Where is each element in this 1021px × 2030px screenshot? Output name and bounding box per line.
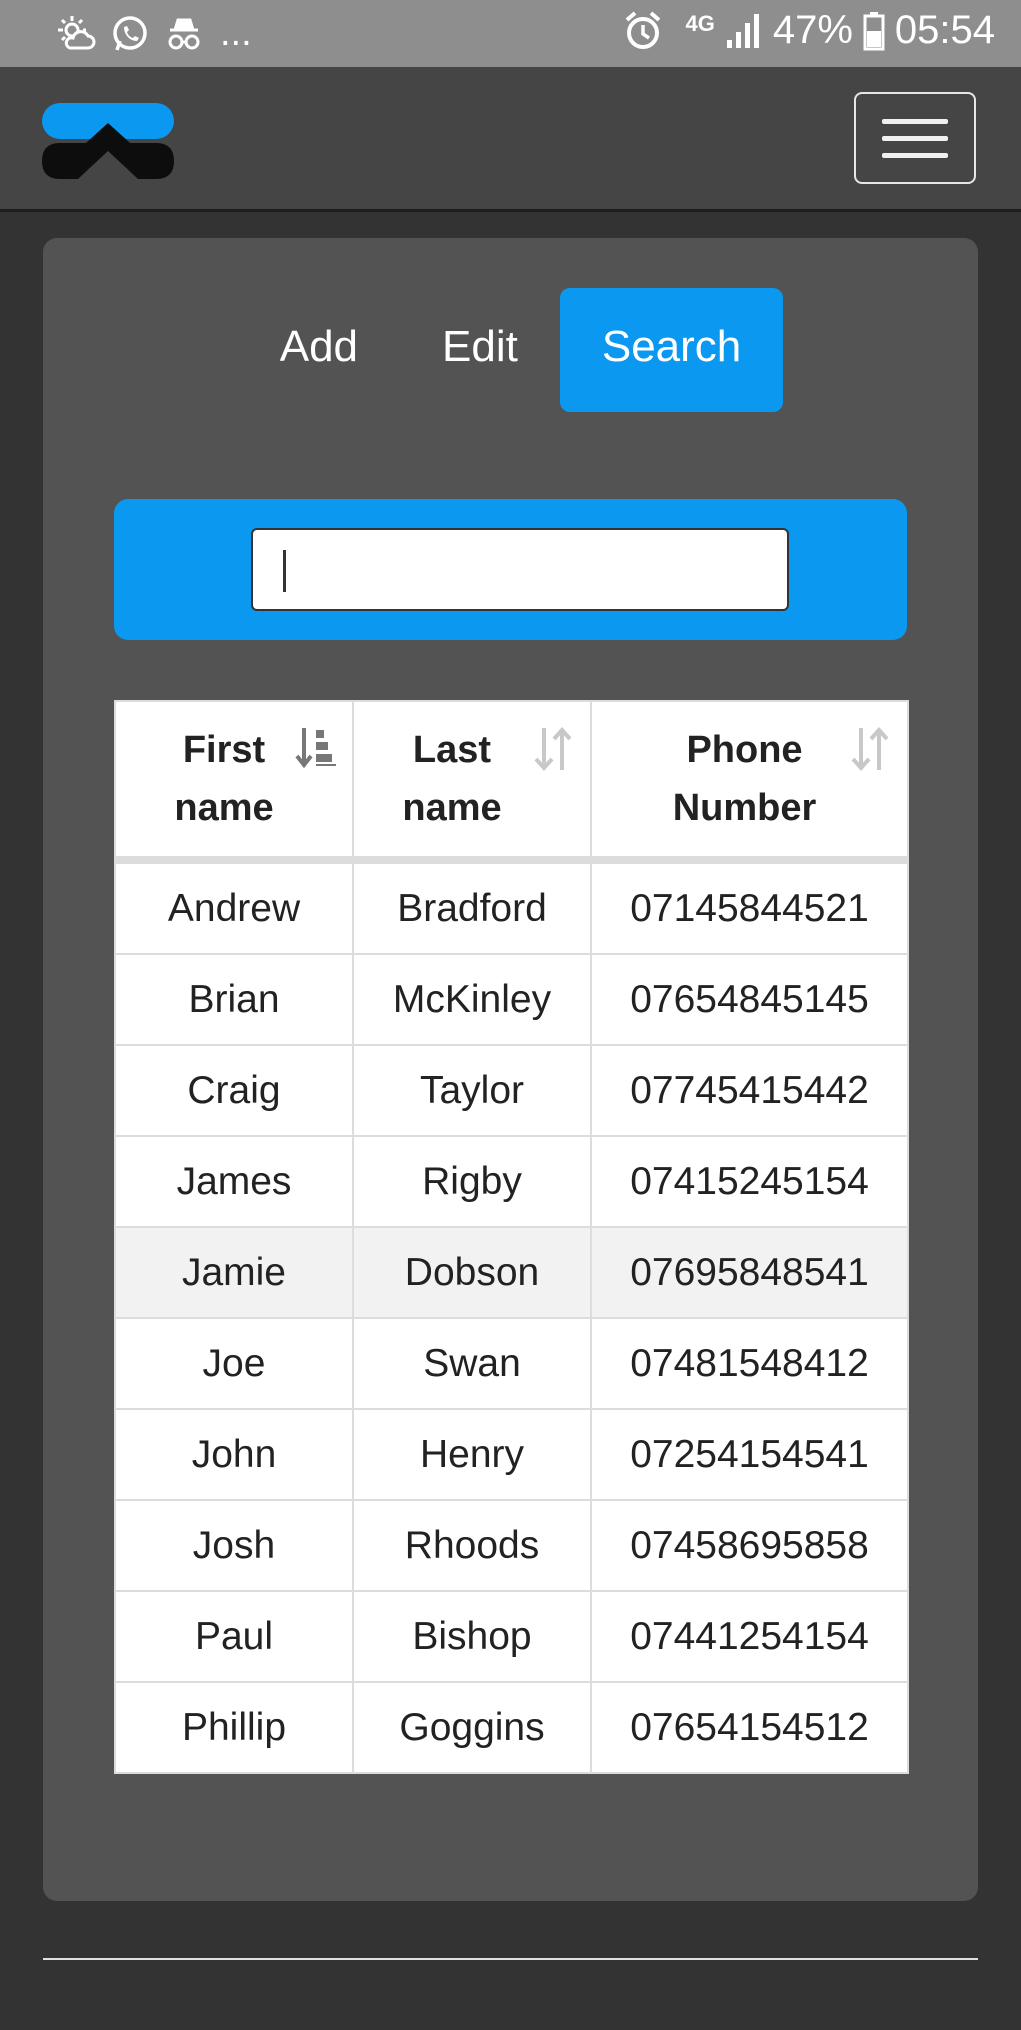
cell-last-name: Rhoods [352, 1499, 592, 1592]
cell-first-name: John [114, 1408, 354, 1501]
sort-unsorted-icon[interactable] [849, 724, 893, 774]
cell-first-name: Phillip [114, 1681, 354, 1774]
column-header-first-name[interactable]: First name [114, 700, 354, 864]
cell-first-name: Jamie [114, 1226, 354, 1319]
table-row[interactable]: Phillip Goggins 07654154512 [114, 1681, 909, 1774]
cell-phone-number: 07745415442 [590, 1044, 909, 1137]
cell-last-name: Taylor [352, 1044, 592, 1137]
sun-cloud-icon [58, 15, 96, 49]
battery-percent: 47% [772, 8, 853, 52]
table-row[interactable]: Josh Rhoods 07458695858 [114, 1499, 909, 1592]
brand-logo[interactable] [42, 103, 174, 181]
hamburger-line [882, 135, 948, 141]
status-bar: ... 4G 47% 05:54 [0, 0, 1021, 67]
cell-phone-number: 07458695858 [590, 1499, 909, 1592]
signal-icon [726, 13, 759, 48]
tab-bar: Add Edit Search [43, 288, 978, 412]
sort-unsorted-icon[interactable] [532, 724, 576, 774]
cell-phone-number: 07415245154 [590, 1135, 909, 1228]
cell-phone-number: 07145844521 [590, 859, 909, 955]
cell-phone-number: 07481548412 [590, 1317, 909, 1410]
status-bar-left: ... [56, 12, 252, 55]
hamburger-line [882, 152, 948, 158]
cell-first-name: Andrew [114, 859, 354, 955]
cell-last-name: Henry [352, 1408, 592, 1501]
search-panel [114, 499, 907, 640]
cell-last-name: Bradford [352, 859, 592, 955]
cell-last-name: Bishop [352, 1590, 592, 1683]
network-type: 4G [685, 10, 715, 36]
status-overflow: ... [220, 12, 252, 54]
alarm-icon [626, 10, 661, 49]
search-input[interactable] [251, 528, 789, 611]
cell-last-name: Goggins [352, 1681, 592, 1774]
column-header-last-name[interactable]: Last name [352, 700, 592, 864]
battery-icon [863, 11, 885, 50]
table-row[interactable]: Craig Taylor 07745415442 [114, 1044, 909, 1137]
cell-first-name: Paul [114, 1590, 354, 1683]
tab-add[interactable]: Add [238, 288, 400, 412]
status-bar-right: 4G 47% 05:54 [623, 8, 995, 53]
table-row[interactable]: Paul Bishop 07441254154 [114, 1590, 909, 1683]
navbar [0, 67, 1021, 212]
cell-first-name: Brian [114, 953, 354, 1046]
table-row[interactable]: Brian McKinley 07654845145 [114, 953, 909, 1046]
cell-first-name: James [114, 1135, 354, 1228]
cell-phone-number: 07695848541 [590, 1226, 909, 1319]
incognito-icon [168, 18, 200, 49]
tab-edit[interactable]: Edit [400, 288, 560, 412]
cell-phone-number: 07441254154 [590, 1590, 909, 1683]
table-row[interactable]: Joe Swan 07481548412 [114, 1317, 909, 1410]
contacts-table: First name Last name Phone Number Andrew… [114, 700, 909, 1774]
cell-last-name: McKinley [352, 953, 592, 1046]
cell-last-name: Dobson [352, 1226, 592, 1319]
cell-first-name: Josh [114, 1499, 354, 1592]
table-row[interactable]: John Henry 07254154541 [114, 1408, 909, 1501]
table-row[interactable]: James Rigby 07415245154 [114, 1135, 909, 1228]
table-header-row: First name Last name Phone Number [114, 700, 909, 864]
cell-phone-number: 07254154541 [590, 1408, 909, 1501]
table-row[interactable]: Andrew Bradford 07145844521 [114, 859, 909, 955]
text-caret [283, 550, 286, 592]
cell-last-name: Rigby [352, 1135, 592, 1228]
whatsapp-icon [113, 15, 147, 51]
cell-phone-number: 07654154512 [590, 1681, 909, 1774]
hamburger-line [882, 118, 948, 124]
tab-search[interactable]: Search [559, 288, 784, 412]
cell-phone-number: 07654845145 [590, 953, 909, 1046]
cell-last-name: Swan [352, 1317, 592, 1410]
menu-toggle-button[interactable] [854, 92, 976, 184]
column-header-phone-number[interactable]: Phone Number [590, 700, 909, 864]
table-row-highlighted[interactable]: Jamie Dobson 07695848541 [114, 1226, 909, 1319]
sort-ascending-icon[interactable] [294, 724, 338, 774]
cell-first-name: Craig [114, 1044, 354, 1137]
clock: 05:54 [894, 8, 995, 52]
cell-first-name: Joe [114, 1317, 354, 1410]
footer-divider [43, 1958, 978, 1960]
content-card: Add Edit Search First name Last name Pho… [43, 238, 978, 1901]
